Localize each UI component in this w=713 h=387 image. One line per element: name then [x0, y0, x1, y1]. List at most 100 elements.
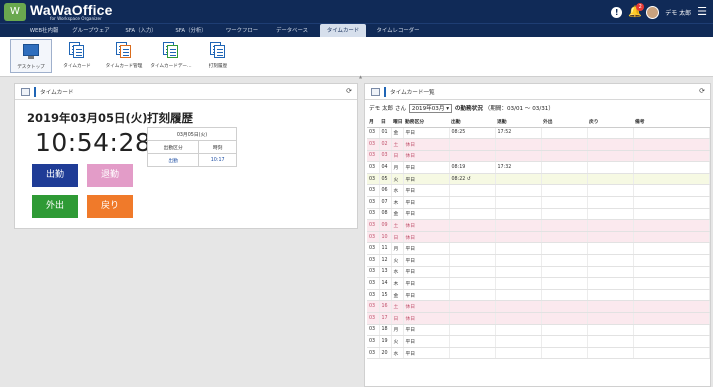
cell-weekday: 金 [391, 289, 404, 302]
cell-go-out [541, 208, 588, 221]
cell-weekday: 木 [391, 277, 404, 290]
cell-month: 03 [367, 196, 380, 209]
cell-clock-in [449, 335, 496, 348]
table-row[interactable]: 03 04 月平日 08:19 17:32 [367, 161, 710, 174]
tool-timecard-admin[interactable]: タイムカード管理 [101, 39, 147, 73]
notification-bell-icon[interactable]: 🔔 2 [628, 3, 645, 18]
cell-clock-in [449, 138, 496, 151]
cell-clock-out [495, 266, 542, 279]
cell-clock-out [495, 208, 542, 221]
tab-timecard[interactable]: タイムカード [320, 24, 366, 38]
table-row[interactable]: 03 20 水平日 [367, 347, 710, 360]
cell-month: 03 [367, 219, 380, 232]
clock-in-button[interactable]: 出勤 [32, 164, 78, 187]
table-row[interactable]: 03 12 火平日 [367, 254, 710, 267]
cell-remarks [633, 173, 710, 186]
history-time: 10:17 [198, 153, 237, 167]
cell-work-type: 平日 [403, 266, 450, 279]
table-row[interactable]: 03 16 土休日 [367, 300, 710, 313]
refresh-icon[interactable]: ⟳ [699, 87, 705, 95]
tab-sfa-analysis[interactable]: SFA（分析） [168, 24, 214, 38]
work-status-line: デモ 太郎 さん 2019年03月 ▾ の勤務状況 （期間：03/01 〜 03… [369, 104, 554, 113]
cell-weekday: 土 [391, 300, 404, 313]
col-work-type: 勤務区分 [403, 117, 449, 128]
cell-return [587, 150, 634, 163]
cell-go-out [541, 254, 588, 267]
cell-clock-in [449, 277, 496, 290]
cell-work-type: 平日 [403, 173, 450, 186]
user-avatar[interactable] [646, 5, 660, 19]
cell-clock-out [495, 138, 542, 151]
table-row[interactable]: 03 03 日休日 [367, 150, 710, 163]
table-row[interactable]: 03 18 月平日 [367, 324, 710, 337]
tool-timecard[interactable]: タイムカード [56, 39, 98, 73]
table-row[interactable]: 03 06 水平日 [367, 184, 710, 198]
table-row[interactable]: 03 01 金平日 08:25 17:52 [367, 127, 710, 140]
table-row[interactable]: 03 08 金平日 [367, 208, 710, 221]
table-row[interactable]: 03 19 火平日 [367, 335, 710, 348]
tool-desktop-label: デスクトップ [17, 65, 45, 70]
tab-web-newsletter[interactable]: WEB社内報 [20, 24, 68, 38]
timecard-list-icon [371, 88, 380, 96]
cell-go-out [541, 196, 588, 209]
cell-month: 03 [367, 335, 380, 348]
tool-timecard-data[interactable]: タイムカードデー… [148, 39, 194, 73]
info-icon[interactable]: ! [611, 6, 623, 18]
cell-day: 18 [379, 324, 392, 337]
collapse-toolbar-icon[interactable]: ▲ [359, 74, 362, 79]
cell-remarks [633, 127, 710, 140]
hamburger-menu-icon[interactable]: ☰ [697, 6, 707, 18]
month-select-value: 2019年03月 [411, 106, 445, 112]
table-row[interactable]: 03 15 金平日 [367, 289, 710, 302]
tab-groupware[interactable]: グループウェア [66, 24, 116, 38]
table-row[interactable]: 03 17 日休日 [367, 312, 710, 325]
cell-clock-in: 08:25 [449, 127, 496, 140]
cell-month: 03 [367, 231, 380, 244]
timecard-panel-header: タイムカード ⟳ [15, 84, 357, 100]
tool-stamp-history[interactable]: 打刻履歴 [198, 39, 238, 73]
cell-remarks [633, 300, 710, 313]
table-row[interactable]: 03 13 水平日 [367, 266, 710, 279]
user-name[interactable]: デモ 太郎 [665, 8, 691, 17]
cell-weekday: 日 [391, 231, 404, 244]
go-out-button[interactable]: 外出 [32, 195, 78, 218]
cell-work-type: 休日 [403, 219, 450, 232]
tool-desktop[interactable]: デスクトップ [10, 39, 52, 73]
tab-database[interactable]: データベース [268, 24, 316, 38]
month-select[interactable]: 2019年03月 ▾ [408, 104, 453, 113]
main-tabs: WEB社内報 グループウェア SFA（入力） SFA（分析） ワークフロー デー… [0, 23, 713, 38]
table-row[interactable]: 03 05 火平日 08:22 ↺ [367, 173, 710, 186]
cell-remarks [633, 161, 710, 174]
cell-weekday: 金 [391, 127, 404, 140]
tab-time-recorder[interactable]: タイムレコーダー [370, 24, 426, 38]
timecard-panel-title: タイムカード [40, 90, 74, 96]
cell-return [587, 173, 634, 186]
table-row[interactable]: 03 10 日休日 [367, 231, 710, 244]
col-remarks: 備考 [633, 117, 710, 128]
period-label: （期間：03/01 〜 03/31） [484, 106, 554, 112]
table-row[interactable]: 03 14 木平日 [367, 277, 710, 290]
table-row[interactable]: 03 02 土休日 [367, 138, 710, 151]
table-row[interactable]: 03 07 木平日 [367, 196, 710, 209]
col-return: 戻り [587, 117, 633, 128]
tab-sfa-input[interactable]: SFA（入力） [118, 24, 164, 38]
table-row[interactable]: 03 09 土休日 [367, 219, 710, 232]
cell-day: 12 [379, 254, 392, 267]
tab-workflow[interactable]: ワークフロー [218, 24, 266, 38]
cell-weekday: 火 [391, 254, 404, 267]
cell-work-type: 平日 [403, 208, 450, 221]
refresh-icon[interactable]: ⟳ [346, 87, 352, 95]
stamp-history-icon [210, 42, 226, 59]
cell-clock-out [495, 219, 542, 232]
cell-work-type: 休日 [403, 312, 450, 325]
edit-history-icon[interactable]: ↺ [465, 177, 471, 182]
cell-day: 03 [379, 150, 392, 163]
logo[interactable]: W WaWaOffice for Workspace Organizer [4, 2, 134, 22]
table-row[interactable]: 03 11 月平日 [367, 242, 710, 256]
cell-return [587, 196, 634, 209]
return-button[interactable]: 戻り [87, 195, 133, 218]
tool-stamp-history-label: 打刻履歴 [208, 64, 228, 69]
cell-work-type: 平日 [403, 335, 450, 348]
cell-weekday: 月 [391, 242, 404, 256]
clock-out-button[interactable]: 退勤 [87, 164, 133, 187]
